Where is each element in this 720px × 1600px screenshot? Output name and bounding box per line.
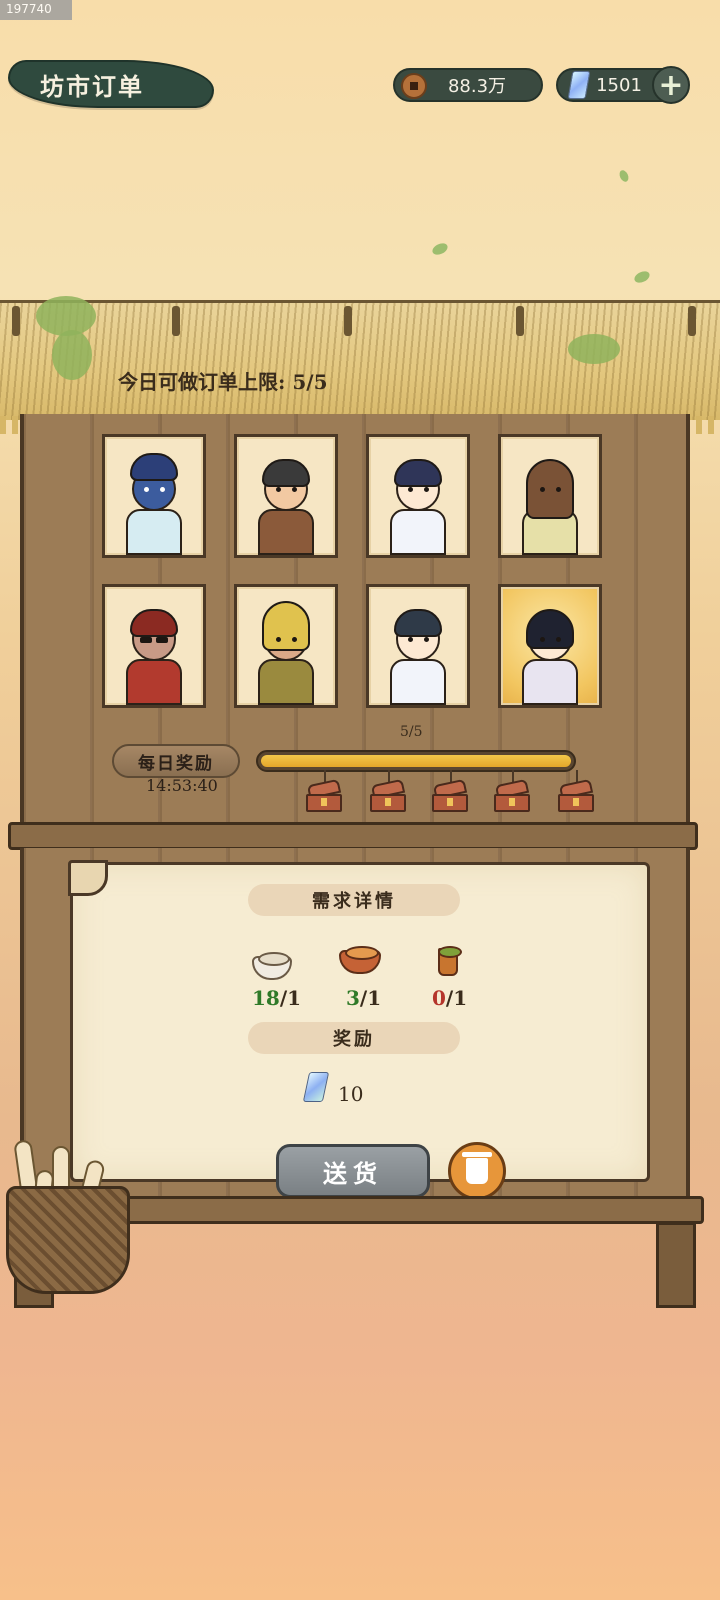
daily-reward-label: 每日奖励 bbox=[112, 744, 240, 778]
counter-beam bbox=[8, 822, 698, 850]
scroll-basket-icon[interactable] bbox=[6, 1186, 130, 1294]
customer-card-dragon[interactable] bbox=[102, 434, 206, 558]
customer-card-farmer[interactable] bbox=[234, 434, 338, 558]
hut-leg bbox=[656, 1222, 696, 1308]
customer-card-maiden[interactable] bbox=[498, 434, 602, 558]
need-amount: /1 bbox=[359, 986, 382, 1010]
daily-reward-progress-text: 5/5 bbox=[400, 724, 423, 740]
roof-rope bbox=[12, 306, 20, 336]
customer-card-swordsman[interactable] bbox=[366, 434, 470, 558]
swordsman-customer-portrait bbox=[382, 445, 454, 555]
spirit-gem-icon bbox=[567, 71, 591, 99]
page-title: 坊市订单 bbox=[8, 60, 214, 108]
need-amount: /1 bbox=[279, 986, 302, 1010]
discard-order-button[interactable] bbox=[448, 1142, 506, 1200]
floor-beam bbox=[70, 1196, 704, 1224]
need-amount: /1 bbox=[445, 986, 468, 1010]
leaf-decoration bbox=[430, 241, 450, 257]
scholar-customer-portrait bbox=[514, 595, 586, 705]
roof-rope bbox=[688, 306, 696, 336]
gem-counter: 1501 + bbox=[556, 66, 690, 104]
requirement-count-tea: 0/1 bbox=[432, 986, 467, 1010]
have-amount: 0 bbox=[432, 986, 446, 1010]
girl-customer-portrait bbox=[382, 595, 454, 705]
customer-card-scholar-selected[interactable] bbox=[498, 584, 602, 708]
dragon-customer-portrait bbox=[118, 445, 190, 555]
farmer-customer-portrait bbox=[250, 445, 322, 555]
customer-card-hooded[interactable] bbox=[234, 584, 338, 708]
daily-reward-progress-fill bbox=[261, 755, 571, 767]
coin-amount: 88.3万 bbox=[447, 76, 507, 97]
daily-order-limit: 今日可做订单上限: 5/5 bbox=[118, 370, 328, 394]
reward-heading: 奖励 bbox=[248, 1022, 460, 1054]
leaf-decoration bbox=[632, 269, 652, 285]
reward-chest-icon[interactable] bbox=[306, 778, 342, 812]
requirement-count-stew: 3/1 bbox=[346, 986, 381, 1010]
have-amount: 18 bbox=[252, 986, 280, 1010]
have-amount: 3 bbox=[346, 986, 360, 1010]
roof-rope bbox=[516, 306, 524, 336]
daily-reward-timer: 14:53:40 bbox=[146, 776, 218, 795]
reward-amount: 10 bbox=[338, 1082, 364, 1106]
add-gems-button[interactable]: + bbox=[652, 66, 690, 104]
mouse-customer-portrait bbox=[118, 595, 190, 705]
demand-details-heading: 需求详情 bbox=[248, 884, 460, 916]
trash-icon bbox=[462, 1152, 492, 1184]
customer-card-girl[interactable] bbox=[366, 584, 470, 708]
roof-rope bbox=[172, 306, 180, 336]
moss-decoration bbox=[52, 330, 92, 380]
customer-card-mouse[interactable] bbox=[102, 584, 206, 708]
moss-decoration bbox=[568, 334, 620, 364]
reward-chest-icon[interactable] bbox=[558, 778, 594, 812]
coin-icon bbox=[401, 73, 427, 99]
leaf-decoration bbox=[617, 168, 631, 184]
screenshot-id: 197740 bbox=[0, 0, 72, 20]
roof-rope bbox=[344, 306, 352, 336]
deliver-button[interactable]: 送货 bbox=[276, 1144, 430, 1198]
tea-cup-icon bbox=[438, 946, 462, 976]
daily-reward-progress-bar bbox=[256, 750, 576, 772]
coin-counter: 88.3万 bbox=[393, 68, 543, 102]
reward-chest-icon[interactable] bbox=[370, 778, 406, 812]
requirement-count-rice: 18/1 bbox=[252, 986, 301, 1010]
thatched-roof bbox=[0, 300, 720, 434]
reward-chest-icon[interactable] bbox=[432, 778, 468, 812]
maiden-customer-portrait bbox=[514, 445, 586, 555]
hooded-customer-portrait bbox=[250, 595, 322, 705]
gem-amount: 1501 bbox=[596, 74, 642, 96]
reward-chest-icon[interactable] bbox=[494, 778, 530, 812]
